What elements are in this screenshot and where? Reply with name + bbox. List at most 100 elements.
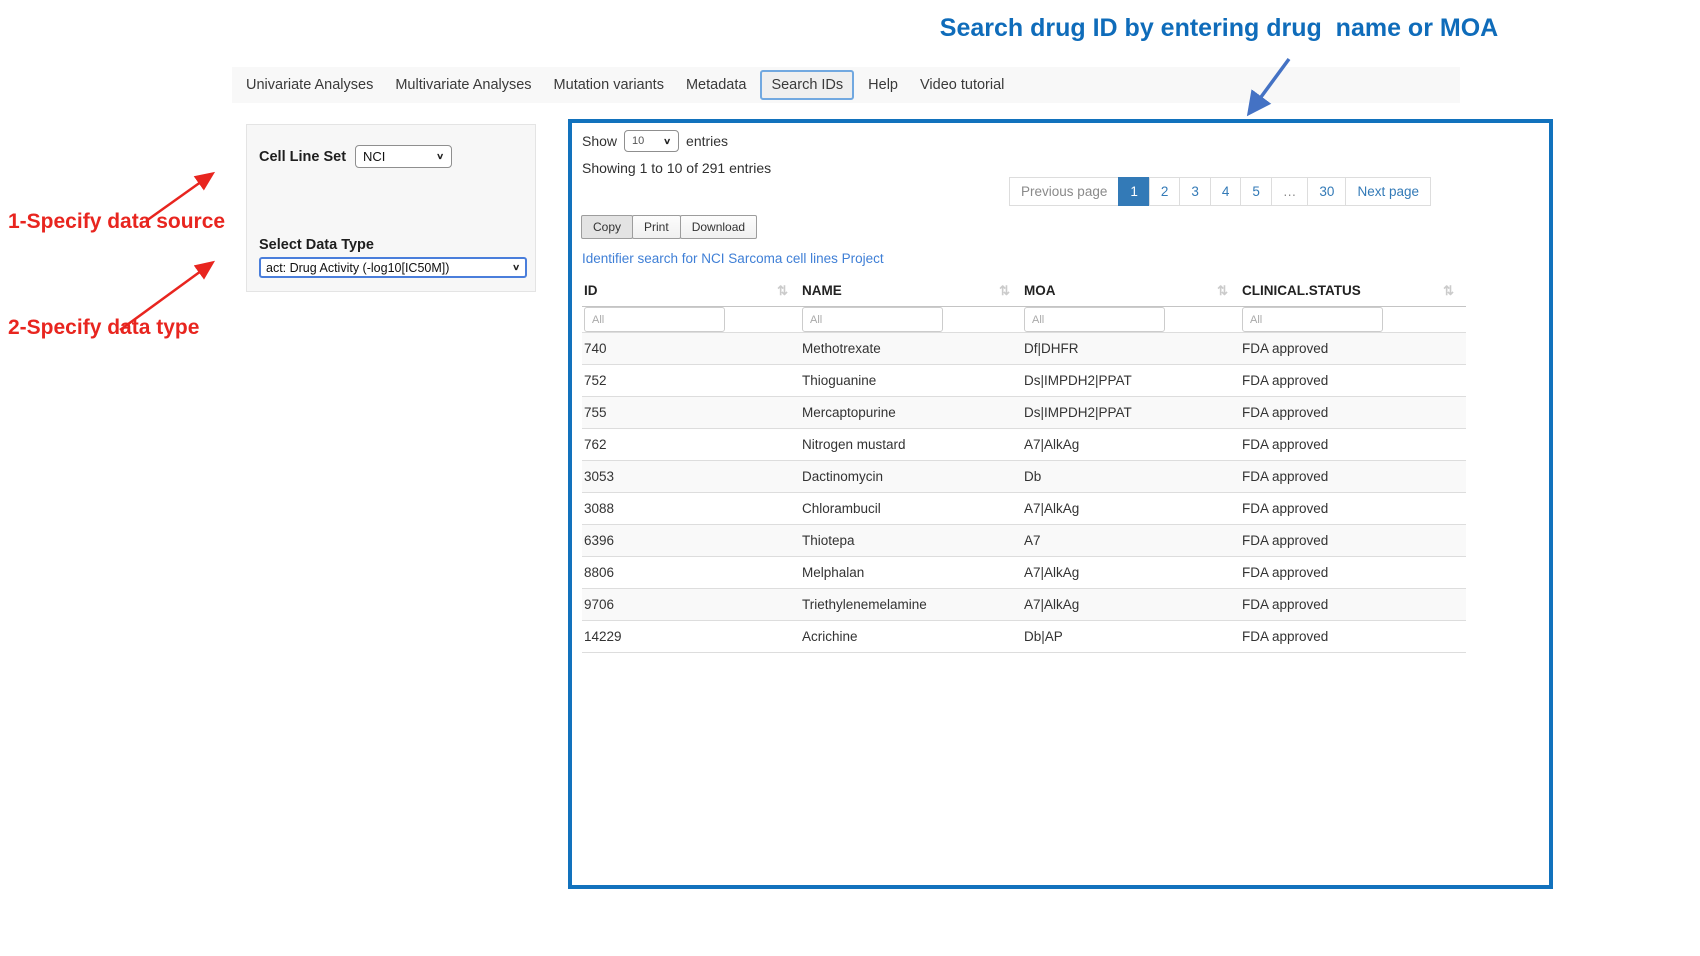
sort-icon: ⇅ bbox=[1217, 283, 1228, 299]
table-row[interactable]: 3053 Dactinomycin Db FDA approved bbox=[582, 461, 1466, 493]
filter-clinical-status-input[interactable] bbox=[1242, 307, 1383, 332]
cell-line-set-select[interactable]: NCI ∨ bbox=[355, 145, 452, 168]
column-header-label: ID bbox=[584, 283, 598, 298]
cell-status: FDA approved bbox=[1240, 429, 1466, 461]
table-row[interactable]: 752 Thioguanine Ds|IMPDH2|PPAT FDA appro… bbox=[582, 365, 1466, 397]
annotation-step2: 2-Specify data type bbox=[8, 316, 199, 340]
table-row[interactable]: 3088 Chlorambucil A7|AlkAg FDA approved bbox=[582, 493, 1466, 525]
table-row[interactable]: 762 Nitrogen mustard A7|AlkAg FDA approv… bbox=[582, 429, 1466, 461]
filter-id-input[interactable] bbox=[584, 307, 725, 332]
nav-video-tutorial[interactable]: Video tutorial bbox=[909, 77, 1015, 93]
cell-id: 8806 bbox=[582, 557, 800, 589]
cell-id: 762 bbox=[582, 429, 800, 461]
table-row[interactable]: 6396 Thiotepa A7 FDA approved bbox=[582, 525, 1466, 557]
table-row[interactable]: 740 Methotrexate Df|DHFR FDA approved bbox=[582, 333, 1466, 365]
table-row[interactable]: 9706 Triethylenemelamine A7|AlkAg FDA ap… bbox=[582, 589, 1466, 621]
cell-status: FDA approved bbox=[1240, 589, 1466, 621]
cell-line-set-label: Cell Line Set bbox=[259, 149, 346, 165]
identifier-search-link[interactable]: Identifier search for NCI Sarcoma cell l… bbox=[582, 251, 884, 266]
page-button-5[interactable]: 5 bbox=[1240, 177, 1272, 206]
cell-moa: Db|AP bbox=[1022, 621, 1240, 653]
top-navbar: Univariate Analyses Multivariate Analyse… bbox=[232, 67, 1460, 103]
cell-status: FDA approved bbox=[1240, 493, 1466, 525]
table-info-text: Showing 1 to 10 of 291 entries bbox=[582, 160, 771, 176]
cell-name: Acrichine bbox=[800, 621, 1022, 653]
cell-moa: A7|AlkAg bbox=[1022, 589, 1240, 621]
filter-row bbox=[582, 307, 1466, 333]
cell-id: 9706 bbox=[582, 589, 800, 621]
cell-moa: Db bbox=[1022, 461, 1240, 493]
cell-name: Dactinomycin bbox=[800, 461, 1022, 493]
data-type-value: act: Drug Activity (-log10[IC50M]) bbox=[266, 261, 449, 275]
column-header-clinical-status[interactable]: ⇅ CLINICAL.STATUS bbox=[1240, 274, 1466, 307]
nav-search-ids[interactable]: Search IDs bbox=[760, 70, 854, 100]
header-row: ⇅ID ⇅ NAME ⇅ MOA ⇅ CLINICAL.STATUS bbox=[582, 274, 1466, 307]
cell-id: 3088 bbox=[582, 493, 800, 525]
cell-id: 14229 bbox=[582, 621, 800, 653]
sort-icon: ⇅ bbox=[1443, 283, 1454, 299]
chevron-down-icon: ∨ bbox=[436, 152, 444, 162]
search-results-panel: Show 10 ∨ entries Showing 1 to 10 of 291… bbox=[568, 119, 1553, 889]
cell-id: 3053 bbox=[582, 461, 800, 493]
entries-label: entries bbox=[686, 133, 728, 149]
cell-id: 740 bbox=[582, 333, 800, 365]
cell-id: 755 bbox=[582, 397, 800, 429]
data-type-select[interactable]: act: Drug Activity (-log10[IC50M]) ∨ bbox=[259, 257, 527, 278]
cell-status: FDA approved bbox=[1240, 397, 1466, 429]
page-length-select[interactable]: 10 ∨ bbox=[624, 130, 679, 152]
cell-moa: Ds|IMPDH2|PPAT bbox=[1022, 397, 1240, 429]
page-length-control: Show 10 ∨ entries bbox=[582, 130, 728, 152]
sort-icon: ⇅ bbox=[999, 283, 1010, 299]
page-button-1[interactable]: 1 bbox=[1118, 177, 1150, 206]
chevron-down-icon: ∨ bbox=[663, 136, 671, 146]
cell-status: FDA approved bbox=[1240, 525, 1466, 557]
column-header-moa[interactable]: ⇅ MOA bbox=[1022, 274, 1240, 307]
column-header-label: MOA bbox=[1024, 283, 1056, 298]
previous-page-button[interactable]: Previous page bbox=[1009, 177, 1119, 206]
table-row[interactable]: 8806 Melphalan A7|AlkAg FDA approved bbox=[582, 557, 1466, 589]
column-header-label: CLINICAL.STATUS bbox=[1242, 283, 1361, 298]
nav-univariate-analyses[interactable]: Univariate Analyses bbox=[235, 77, 384, 93]
cell-moa: A7 bbox=[1022, 525, 1240, 557]
print-button[interactable]: Print bbox=[632, 215, 681, 239]
show-label: Show bbox=[582, 133, 617, 149]
nav-multivariate-analyses[interactable]: Multivariate Analyses bbox=[384, 77, 542, 93]
cell-id: 752 bbox=[582, 365, 800, 397]
column-header-name[interactable]: ⇅ NAME bbox=[800, 274, 1022, 307]
page-ellipsis: … bbox=[1271, 177, 1309, 206]
filter-moa-input[interactable] bbox=[1024, 307, 1165, 332]
drug-id-table: ⇅ID ⇅ NAME ⇅ MOA ⇅ CLINICAL.STATUS 740 Meth… bbox=[582, 274, 1466, 653]
data-type-label: Select Data Type bbox=[259, 237, 374, 253]
nav-metadata[interactable]: Metadata bbox=[675, 77, 757, 93]
filter-name-input[interactable] bbox=[802, 307, 943, 332]
column-header-id[interactable]: ⇅ID bbox=[582, 274, 800, 307]
cell-moa: A7|AlkAg bbox=[1022, 493, 1240, 525]
page-button-2[interactable]: 2 bbox=[1149, 177, 1181, 206]
annotation-title: Search drug ID by entering drug name or … bbox=[928, 14, 1510, 43]
cell-name: Nitrogen mustard bbox=[800, 429, 1022, 461]
table-row[interactable]: 755 Mercaptopurine Ds|IMPDH2|PPAT FDA ap… bbox=[582, 397, 1466, 429]
page-length-value: 10 bbox=[632, 135, 644, 147]
cell-name: Triethylenemelamine bbox=[800, 589, 1022, 621]
cell-id: 6396 bbox=[582, 525, 800, 557]
nav-help[interactable]: Help bbox=[857, 77, 909, 93]
table-row[interactable]: 14229 Acrichine Db|AP FDA approved bbox=[582, 621, 1466, 653]
cell-name: Chlorambucil bbox=[800, 493, 1022, 525]
page-button-4[interactable]: 4 bbox=[1210, 177, 1242, 206]
cell-moa: Ds|IMPDH2|PPAT bbox=[1022, 365, 1240, 397]
copy-button[interactable]: Copy bbox=[581, 215, 633, 239]
page-button-3[interactable]: 3 bbox=[1179, 177, 1211, 206]
export-buttons: Copy Print Download bbox=[582, 215, 757, 239]
cell-moa: Df|DHFR bbox=[1022, 333, 1240, 365]
pagination: Previous page 1 2 3 4 5 … 30 Next page bbox=[1010, 177, 1431, 206]
next-page-button[interactable]: Next page bbox=[1345, 177, 1431, 206]
nav-mutation-variants[interactable]: Mutation variants bbox=[543, 77, 675, 93]
cell-name: Methotrexate bbox=[800, 333, 1022, 365]
page-button-30[interactable]: 30 bbox=[1307, 177, 1346, 206]
cell-status: FDA approved bbox=[1240, 365, 1466, 397]
download-button[interactable]: Download bbox=[680, 215, 757, 239]
cell-status: FDA approved bbox=[1240, 557, 1466, 589]
cell-name: Thiotepa bbox=[800, 525, 1022, 557]
column-header-label: NAME bbox=[802, 283, 842, 298]
cell-name: Thioguanine bbox=[800, 365, 1022, 397]
